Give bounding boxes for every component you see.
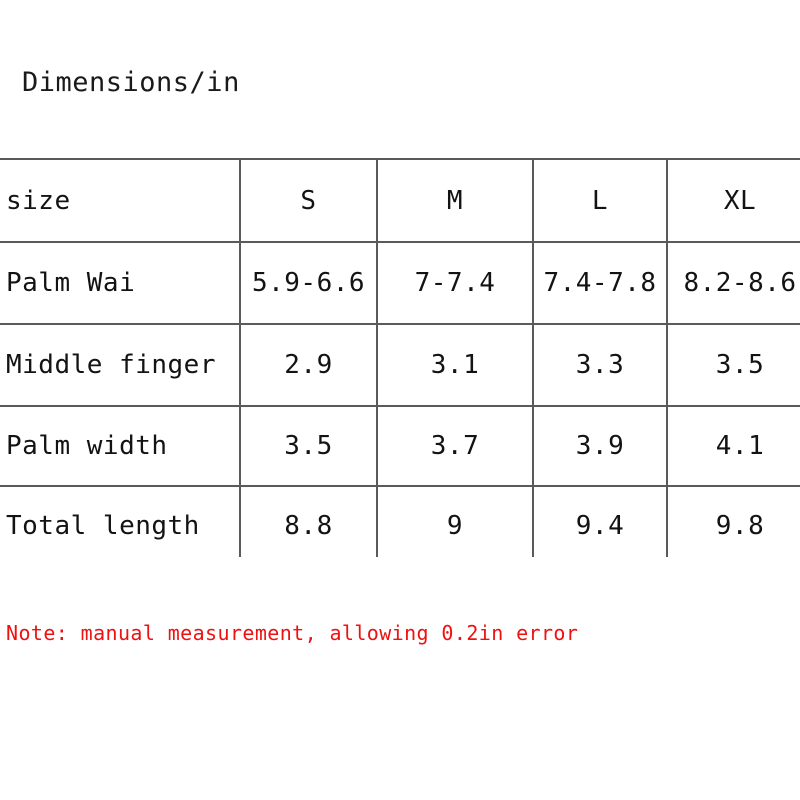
cell-value: 2.9 bbox=[239, 323, 377, 407]
header-cell-xl: XL bbox=[666, 158, 800, 243]
table-row: Middle finger 2.9 3.1 3.3 3.5 bbox=[0, 323, 800, 407]
page-title: Dimensions/in bbox=[22, 67, 240, 98]
cell-value: 8.2-8.6 bbox=[666, 241, 800, 325]
cell-value: 3.5 bbox=[666, 323, 800, 407]
table-row: Palm width 3.5 3.7 3.9 4.1 bbox=[0, 405, 800, 487]
row-label: Middle finger bbox=[0, 323, 240, 407]
size-chart-table: size S M L XL Palm Wai 5.9-6.6 7-7.4 7.4… bbox=[0, 158, 800, 557]
row-label: Palm width bbox=[0, 405, 240, 487]
cell-value: 7-7.4 bbox=[376, 241, 533, 325]
row-label: Total length bbox=[0, 485, 240, 557]
cell-value: 3.1 bbox=[376, 323, 533, 407]
cell-value: 7.4-7.8 bbox=[532, 241, 667, 325]
header-cell-s: S bbox=[239, 158, 377, 243]
table-row: Palm Wai 5.9-6.6 7-7.4 7.4-7.8 8.2-8.6 bbox=[0, 241, 800, 325]
cell-value: 4.1 bbox=[666, 405, 800, 487]
table-header-row: size S M L XL bbox=[0, 158, 800, 243]
cell-value: 3.7 bbox=[376, 405, 533, 487]
cell-value: 3.5 bbox=[239, 405, 377, 487]
cell-value: 5.9-6.6 bbox=[239, 241, 377, 325]
size-table-container: size S M L XL Palm Wai 5.9-6.6 7-7.4 7.4… bbox=[0, 158, 800, 557]
cell-value: 9.8 bbox=[666, 485, 800, 557]
cell-value: 3.9 bbox=[532, 405, 667, 487]
table-row: Total length 8.8 9 9.4 9.8 bbox=[0, 485, 800, 557]
cell-value: 9.4 bbox=[532, 485, 667, 557]
row-label: Palm Wai bbox=[0, 241, 240, 325]
measurement-note: Note: manual measurement, allowing 0.2in… bbox=[6, 621, 579, 645]
header-cell-l: L bbox=[532, 158, 667, 243]
cell-value: 8.8 bbox=[239, 485, 377, 557]
cell-value: 9 bbox=[376, 485, 533, 557]
header-cell-m: M bbox=[376, 158, 533, 243]
header-cell-size: size bbox=[0, 158, 240, 243]
cell-value: 3.3 bbox=[532, 323, 667, 407]
size-chart-page: Dimensions/in size S M L XL Palm Wai 5.9… bbox=[0, 0, 800, 800]
